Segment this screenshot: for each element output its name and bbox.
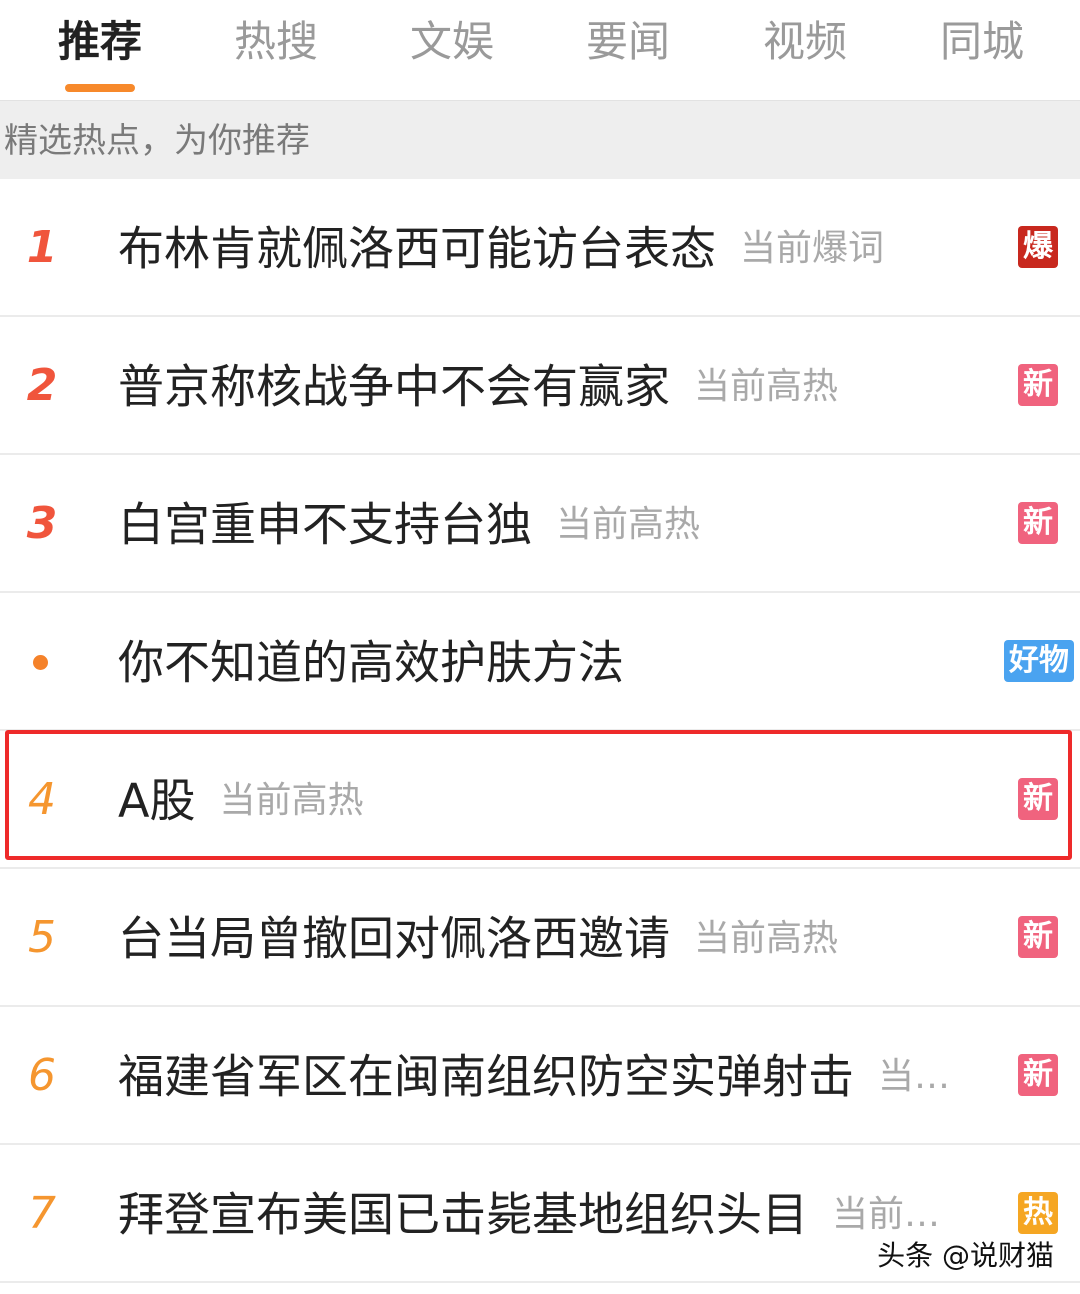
badge-hot: 热 bbox=[1018, 1192, 1058, 1234]
watermark-text: 头条 @说财猫 bbox=[877, 1239, 1054, 1272]
rank-number: 6 bbox=[28, 1050, 56, 1101]
heat-label: 当前… bbox=[832, 1193, 941, 1235]
rank-number: 1 bbox=[26, 222, 58, 273]
list-item-promoted[interactable]: 你不知道的高效护肤方法 好物 bbox=[0, 593, 1080, 731]
list-item[interactable]: 2 普京称核战争中不会有赢家 当前高热 新 bbox=[0, 317, 1080, 455]
heat-label: 当… bbox=[878, 1055, 951, 1097]
heat-label: 当前高热 bbox=[694, 917, 839, 959]
badge-good-item: 好物 bbox=[1004, 640, 1074, 682]
badge-new: 新 bbox=[1018, 364, 1058, 406]
tab-local[interactable]: 同城 bbox=[912, 12, 1052, 72]
heat-label: 当前爆词 bbox=[740, 227, 885, 269]
list-item[interactable]: 1 布林肯就佩洛西可能访台表态 当前爆词 爆 bbox=[0, 179, 1080, 317]
heat-label: 当前高热 bbox=[556, 503, 701, 545]
item-title[interactable]: 布林肯就佩洛西可能访台表态 bbox=[118, 222, 716, 276]
badge-new: 新 bbox=[1018, 1054, 1058, 1096]
rank-number: 5 bbox=[28, 912, 56, 963]
badge-new: 新 bbox=[1018, 916, 1058, 958]
item-title[interactable]: 你不知道的高效护肤方法 bbox=[118, 636, 624, 690]
item-title[interactable]: 拜登宣布美国已击毙基地组织头目 bbox=[118, 1188, 808, 1242]
tab-news[interactable]: 要闻 bbox=[558, 12, 698, 72]
item-title[interactable]: 普京称核战争中不会有赢家 bbox=[118, 360, 670, 414]
list-item[interactable]: 6 福建省军区在闽南组织防空实弹射击 当… 新 bbox=[0, 1007, 1080, 1145]
tab-video[interactable]: 视频 bbox=[735, 12, 875, 72]
item-title[interactable]: 白宫重申不支持台独 bbox=[118, 498, 532, 552]
section-subheader: 精选热点，为你推荐 bbox=[0, 100, 1080, 179]
rank-number: 2 bbox=[26, 360, 58, 411]
rank-number: 7 bbox=[28, 1188, 56, 1239]
tab-recommend[interactable]: 推荐 bbox=[30, 12, 170, 72]
rank-number: 3 bbox=[26, 498, 58, 549]
item-title[interactable]: 台当局曾撤回对佩洛西邀请 bbox=[118, 912, 670, 966]
subheader-text: 精选热点，为你推荐 bbox=[4, 121, 310, 161]
promoted-dot-icon bbox=[33, 655, 48, 670]
badge-new: 新 bbox=[1018, 502, 1058, 544]
highlight-box bbox=[5, 730, 1072, 860]
list-item[interactable]: 5 台当局曾撤回对佩洛西邀请 当前高热 新 bbox=[0, 869, 1080, 1007]
item-title[interactable]: 福建省军区在闽南组织防空实弹射击 bbox=[118, 1050, 854, 1104]
active-tab-indicator bbox=[65, 84, 135, 92]
tab-entertainment[interactable]: 文娱 bbox=[382, 12, 522, 72]
badge-explosive: 爆 bbox=[1018, 226, 1058, 268]
heat-label: 当前高热 bbox=[694, 365, 839, 407]
tab-hot-search[interactable]: 热搜 bbox=[206, 12, 346, 72]
list-item[interactable]: 3 白宫重申不支持台独 当前高热 新 bbox=[0, 455, 1080, 593]
top-tab-bar: 推荐 热搜 文娱 要闻 视频 同城 bbox=[0, 0, 1080, 100]
